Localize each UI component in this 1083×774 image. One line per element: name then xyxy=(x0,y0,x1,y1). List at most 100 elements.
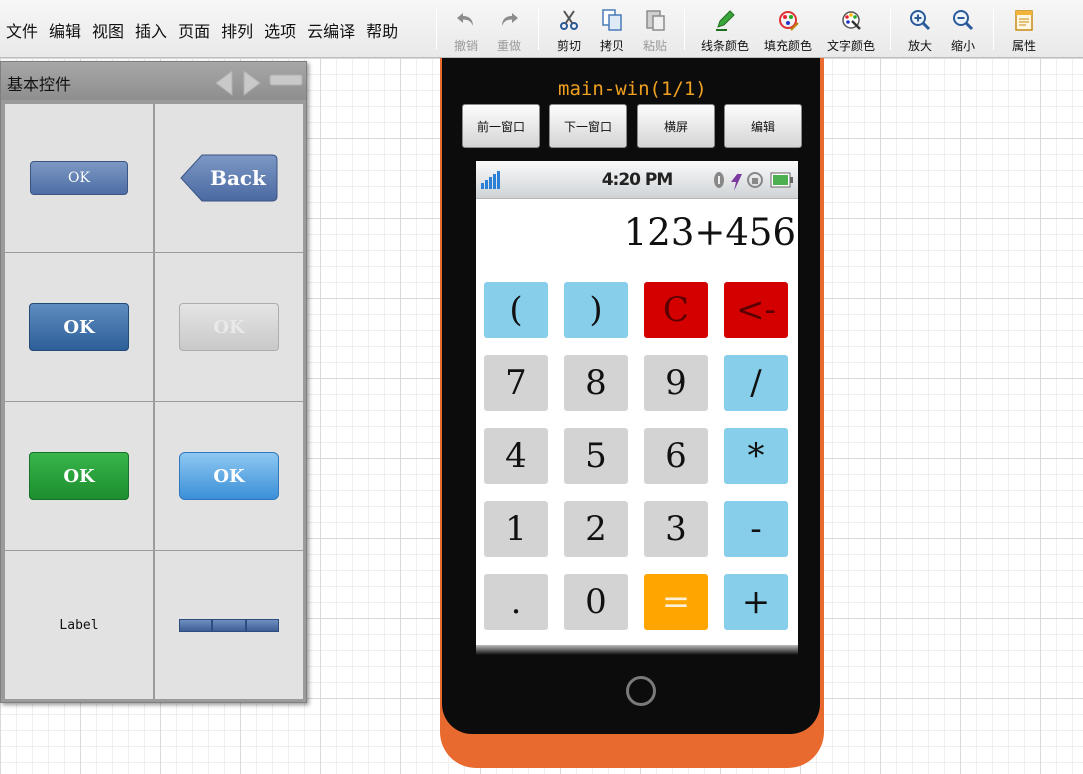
alarm-icon xyxy=(714,172,724,188)
key-1[interactable]: 1 xyxy=(484,501,548,557)
widget-tab-bar[interactable] xyxy=(179,618,279,632)
key-8[interactable]: 8 xyxy=(564,355,628,411)
key-close-paren[interactable]: ) xyxy=(564,282,628,338)
menu-options[interactable]: 选项 xyxy=(264,18,296,42)
tab-segment xyxy=(246,619,278,631)
minimize-icon[interactable] xyxy=(269,74,303,86)
previous-arrow-icon[interactable] xyxy=(214,69,234,97)
widget-cell[interactable]: OK xyxy=(155,402,303,550)
toolbar: 文件 编辑 视图 插入 页面 排列 选项 云编译 帮助 撤销 重做 剪切 拷贝 xyxy=(0,0,1083,58)
widget-cell[interactable]: OK xyxy=(5,104,153,252)
redo-button[interactable]: 重做 xyxy=(481,8,537,54)
widget-cell[interactable]: OK xyxy=(5,402,153,550)
tab-segment xyxy=(213,619,245,631)
status-bar: 4:20 PM xyxy=(476,161,798,199)
paste-label: 粘贴 xyxy=(642,39,667,53)
scissors-icon xyxy=(560,10,578,30)
line-color-button[interactable]: 线条颜色 xyxy=(697,8,753,54)
tab-segment xyxy=(180,619,212,631)
menu-edit[interactable]: 编辑 xyxy=(49,18,81,42)
key-2[interactable]: 2 xyxy=(564,501,628,557)
menu-bar: 文件 编辑 视图 插入 页面 排列 选项 云编译 帮助 xyxy=(6,18,409,42)
widget-ok-button-disabled[interactable]: OK xyxy=(179,303,279,351)
menu-help[interactable]: 帮助 xyxy=(366,18,398,42)
redo-icon xyxy=(502,13,518,26)
prev-window-button[interactable]: 前一窗口 xyxy=(462,104,540,148)
copy-icon xyxy=(602,9,622,31)
properties-button[interactable]: 属性 xyxy=(996,8,1052,54)
widget-label[interactable]: Label xyxy=(59,618,98,633)
phone-simulator: main-win(1/1) 前一窗口 下一窗口 横屏 编辑 4:20 PM 12… xyxy=(436,58,826,774)
rotation-lock-icon xyxy=(747,172,763,188)
key-minus[interactable]: - xyxy=(724,501,788,557)
palette-title: 基本控件 xyxy=(7,75,72,94)
fill-color-label: 填充颜色 xyxy=(763,39,812,53)
text-color-label: 文字颜色 xyxy=(826,39,875,53)
menu-page[interactable]: 页面 xyxy=(178,18,210,42)
key-multiply[interactable]: * xyxy=(724,428,788,484)
key-backspace[interactable]: <- xyxy=(724,282,788,338)
zoom-in-icon xyxy=(910,10,931,31)
redo-label: 重做 xyxy=(496,39,521,53)
widget-cell[interactable]: OK xyxy=(155,253,303,401)
toolbar-divider xyxy=(993,8,994,50)
menu-view[interactable]: 视图 xyxy=(92,18,124,42)
widget-ok-button-blue[interactable]: OK xyxy=(29,303,129,351)
zoom-out-label: 缩小 xyxy=(950,39,975,53)
widget-cell[interactable]: OK xyxy=(5,253,153,401)
window-title: main-win(1/1) xyxy=(558,78,707,100)
menu-insert[interactable]: 插入 xyxy=(135,18,167,42)
palette-title-bar: 基本控件 xyxy=(1,62,306,100)
properties-icon xyxy=(1015,10,1033,31)
key-4[interactable]: 4 xyxy=(484,428,548,484)
widget-palette: 基本控件 OK Back OK OK OK OK Label xyxy=(0,61,307,703)
key-open-paren[interactable]: ( xyxy=(484,282,548,338)
key-plus[interactable]: + xyxy=(724,574,788,630)
zoom-out-button[interactable]: 缩小 xyxy=(935,8,991,54)
widget-back-button[interactable]: Back xyxy=(180,154,278,202)
widget-grid: OK Back OK OK OK OK Label xyxy=(5,104,303,699)
widget-cell[interactable]: Label xyxy=(5,551,153,699)
key-7[interactable]: 7 xyxy=(484,355,548,411)
edit-button[interactable]: 编辑 xyxy=(724,104,802,148)
widget-ok-button-green[interactable]: OK xyxy=(29,452,129,500)
key-9[interactable]: 9 xyxy=(644,355,708,411)
key-0[interactable]: 0 xyxy=(564,574,628,630)
widget-ok-button-light-blue[interactable]: OK xyxy=(179,452,279,500)
zoom-out-icon xyxy=(953,10,974,31)
text-color-button[interactable]: 文字颜色 xyxy=(823,8,879,54)
toolbar-divider xyxy=(436,8,437,50)
key-5[interactable]: 5 xyxy=(564,428,628,484)
key-equals[interactable]: = xyxy=(644,574,708,630)
next-window-button[interactable]: 下一窗口 xyxy=(549,104,627,148)
menu-file[interactable]: 文件 xyxy=(6,18,38,42)
line-color-label: 线条颜色 xyxy=(700,39,749,53)
toolbar-divider xyxy=(538,8,539,50)
fill-color-button[interactable]: 填充颜色 xyxy=(760,8,816,54)
properties-label: 属性 xyxy=(1011,39,1036,53)
key-decimal[interactable]: . xyxy=(484,574,548,630)
landscape-button[interactable]: 横屏 xyxy=(637,104,715,148)
back-label: Back xyxy=(210,166,266,190)
toolbar-divider xyxy=(890,8,891,50)
key-divide[interactable]: / xyxy=(724,355,788,411)
battery-icon xyxy=(770,172,793,188)
widget-ok-button-small[interactable]: OK xyxy=(30,161,128,195)
next-arrow-icon[interactable] xyxy=(242,69,262,97)
location-arrow-icon xyxy=(731,169,742,191)
undo-icon xyxy=(457,13,473,26)
widget-cell[interactable] xyxy=(155,551,303,699)
key-clear[interactable]: C xyxy=(644,282,708,338)
key-3[interactable]: 3 xyxy=(644,501,708,557)
paste-icon xyxy=(646,10,665,31)
menu-cloud-compile[interactable]: 云编译 xyxy=(307,18,355,42)
phone-bezel: main-win(1/1) 前一窗口 下一窗口 横屏 编辑 4:20 PM 12… xyxy=(442,58,820,734)
toolbar-divider xyxy=(684,8,685,50)
paste-button[interactable]: 粘贴 xyxy=(627,8,683,54)
menu-arrange[interactable]: 排列 xyxy=(221,18,253,42)
phone-screen: 4:20 PM 123 +456 () C <- 7 8 9 / 4 5 6 *… xyxy=(476,161,798,645)
paint-bucket-icon xyxy=(779,11,799,31)
home-button[interactable] xyxy=(626,676,656,706)
widget-cell[interactable]: Back xyxy=(155,104,303,252)
key-6[interactable]: 6 xyxy=(644,428,708,484)
